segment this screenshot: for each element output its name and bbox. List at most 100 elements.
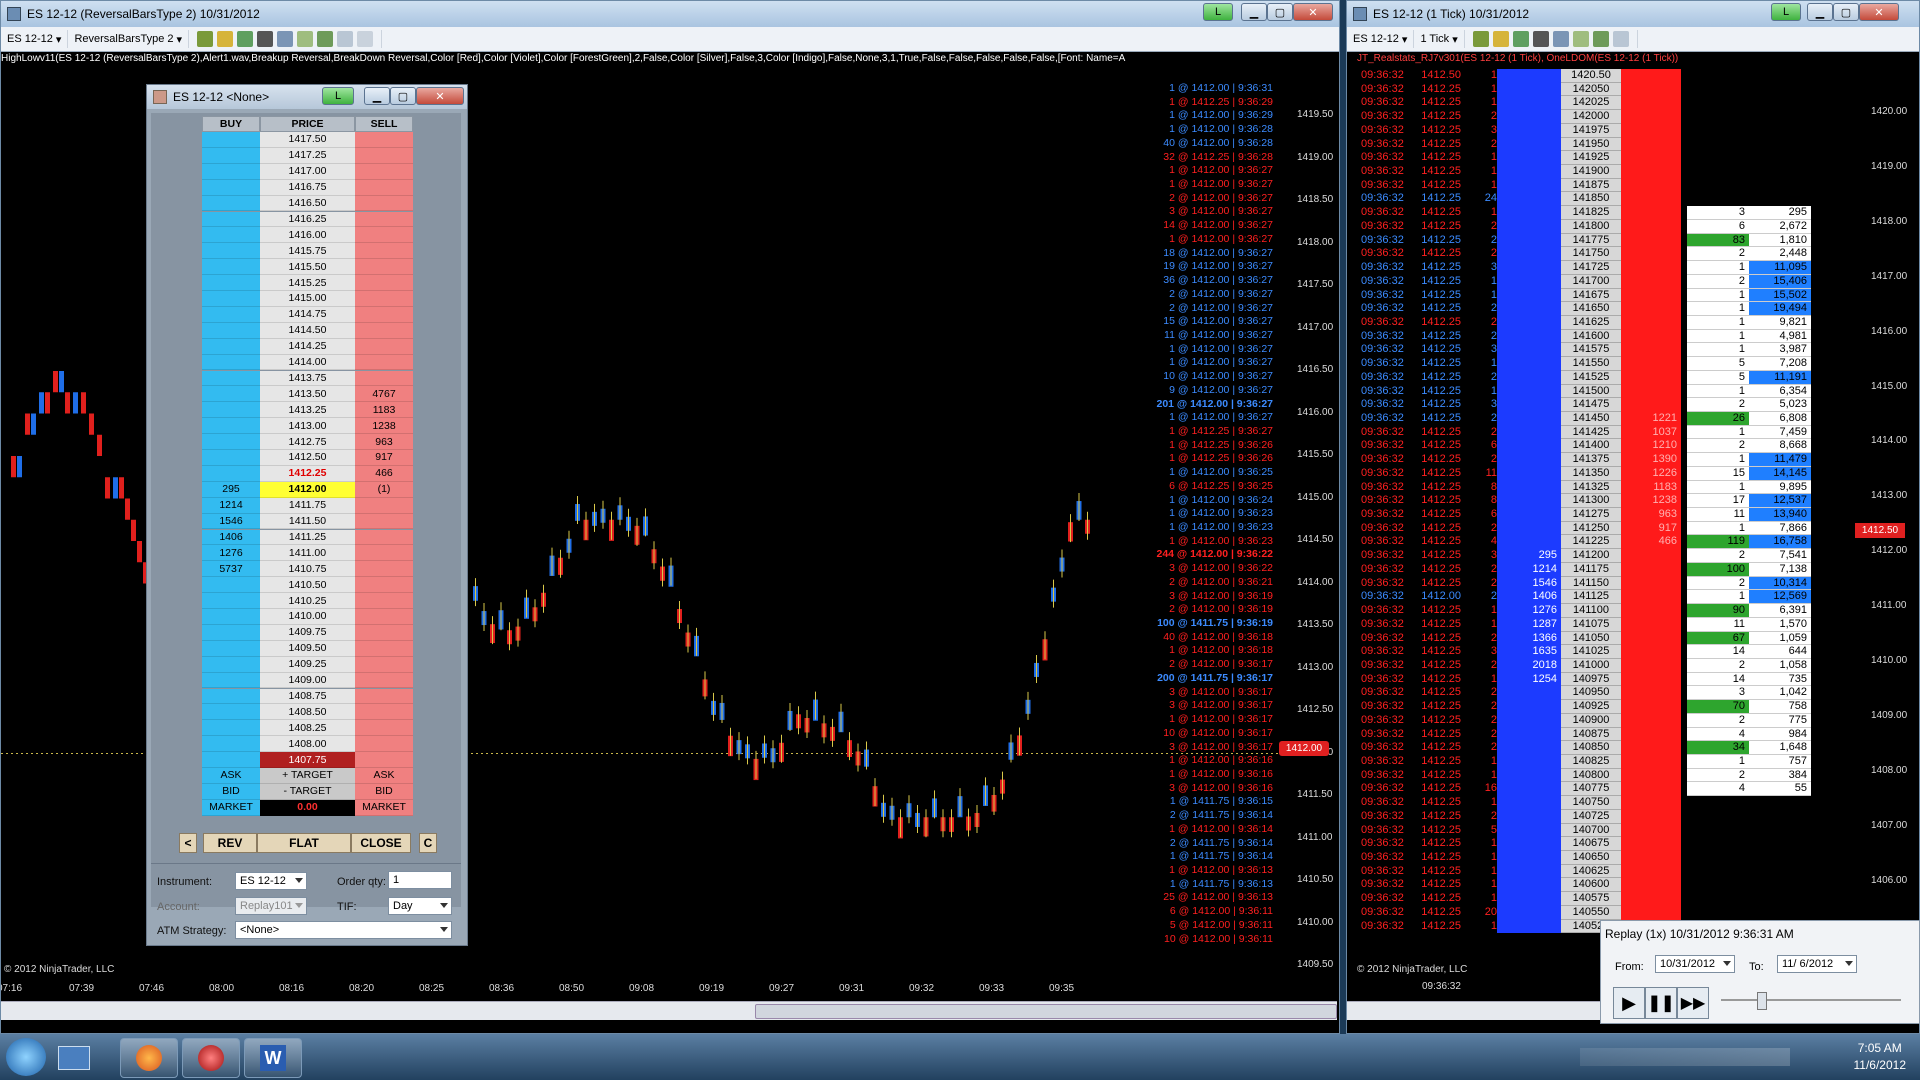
sell-cell[interactable] — [355, 132, 413, 148]
right-instrument-selector[interactable]: ES 12-12 ▾ — [1347, 30, 1415, 48]
buy-cell[interactable] — [202, 275, 260, 291]
start-button[interactable] — [6, 1038, 46, 1076]
price-cell[interactable]: 1410.50 — [260, 577, 355, 594]
price-cell[interactable]: 1413.25 — [260, 402, 355, 419]
sell-cell[interactable] — [355, 577, 413, 594]
buy-cell[interactable] — [202, 736, 260, 753]
buy-cell[interactable]: 1406 — [202, 529, 260, 546]
buy-cell[interactable] — [202, 418, 260, 435]
sell-cell[interactable] — [355, 370, 413, 387]
tif-field[interactable]: Day — [388, 897, 452, 915]
right-maximize-button[interactable]: ▢ — [1833, 3, 1859, 21]
price-cell[interactable]: 1411.75 — [260, 497, 355, 514]
buy-cell[interactable] — [202, 370, 260, 387]
sell-cell[interactable] — [355, 275, 413, 291]
realstats-table[interactable]: 09:36:32 1412.50 1 1420.50 09:36:32 1412.25 1 1… — [1347, 69, 1867, 969]
price-cell[interactable]: 1408.00 — [260, 736, 355, 753]
price-cell[interactable]: 1408.50 — [260, 704, 355, 721]
price-cell[interactable]: 1416.00 — [260, 227, 355, 244]
word-icon[interactable]: W — [244, 1038, 302, 1078]
slider-thumb[interactable] — [1757, 992, 1767, 1010]
sell-cell[interactable]: 917 — [355, 450, 413, 466]
drawing-tool-icon[interactable] — [1512, 31, 1529, 47]
price-cell[interactable]: 1416.25 — [260, 211, 355, 228]
flatten-button[interactable]: FLAT — [257, 833, 351, 853]
close-position-button[interactable]: CLOSE — [351, 833, 411, 853]
buy-cell[interactable] — [202, 672, 260, 689]
order-buy-cell[interactable]: MARKET — [202, 799, 260, 816]
sell-cell[interactable] — [355, 243, 413, 260]
sell-cell[interactable] — [355, 736, 413, 753]
buy-cell[interactable] — [202, 720, 260, 737]
buy-cell[interactable] — [202, 163, 260, 180]
indicators-icon[interactable] — [1572, 31, 1589, 47]
sell-cell[interactable] — [355, 147, 413, 164]
properties-icon[interactable] — [1612, 31, 1629, 47]
order-buy-cell[interactable]: ASK — [202, 768, 260, 784]
sell-cell[interactable] — [355, 513, 413, 530]
dom-maximize-button[interactable]: ▢ — [390, 87, 416, 105]
buy-cell[interactable] — [202, 704, 260, 721]
price-cell[interactable]: 1410.25 — [260, 593, 355, 609]
price-cell[interactable]: 1415.00 — [260, 291, 355, 307]
dom-close-button[interactable]: ✕ — [416, 87, 464, 105]
price-cell[interactable]: 1415.50 — [260, 259, 355, 276]
sell-cell[interactable] — [355, 688, 413, 705]
sell-cell[interactable] — [355, 609, 413, 625]
scroll-left-button[interactable]: < — [179, 833, 197, 853]
price-cell[interactable]: 1415.25 — [260, 275, 355, 291]
pencil-icon[interactable] — [1492, 31, 1509, 47]
price-cell[interactable]: 1409.00 — [260, 672, 355, 689]
buy-cell[interactable] — [202, 306, 260, 323]
sell-cell[interactable] — [355, 163, 413, 180]
buy-cell[interactable] — [202, 291, 260, 307]
buy-cell[interactable] — [202, 465, 260, 482]
horizontal-scrollbar[interactable] — [1, 1001, 1337, 1020]
order-qty-stepper[interactable]: 1 — [388, 871, 452, 889]
price-cell[interactable]: 1411.50 — [260, 513, 355, 530]
buy-cell[interactable] — [202, 179, 260, 196]
buy-cell[interactable] — [202, 450, 260, 466]
price-cell[interactable]: 1408.75 — [260, 688, 355, 705]
sell-cell[interactable] — [355, 593, 413, 609]
cancel-all-button[interactable]: C — [419, 833, 437, 853]
dom-titlebar[interactable]: ES 12-12 <None> L ▁ ▢ ✕ — [147, 85, 467, 109]
buy-cell[interactable] — [202, 227, 260, 244]
sell-cell[interactable] — [355, 640, 413, 657]
order-price-cell[interactable]: 0.00 — [260, 799, 355, 816]
sell-cell[interactable] — [355, 529, 413, 546]
dom-link-button[interactable]: L — [322, 87, 354, 105]
order-buy-cell[interactable]: BID — [202, 783, 260, 800]
show-desktop-icon[interactable] — [58, 1046, 90, 1070]
right-minimize-button[interactable]: ▁ — [1807, 3, 1833, 21]
buy-cell[interactable] — [202, 624, 260, 641]
buy-cell[interactable] — [202, 434, 260, 450]
sell-cell[interactable] — [355, 704, 413, 721]
replay-from-field[interactable]: 10/31/2012 — [1655, 955, 1735, 973]
sell-cell[interactable]: 1238 — [355, 418, 413, 435]
right-link-button[interactable]: L — [1771, 3, 1801, 21]
bar-style-icon[interactable] — [1472, 31, 1489, 47]
order-price-cell[interactable]: - TARGET — [260, 783, 355, 800]
buy-cell[interactable] — [202, 752, 260, 768]
sell-cell[interactable]: 466 — [355, 465, 413, 482]
price-cell[interactable]: 1412.75 — [260, 434, 355, 450]
buy-cell[interactable] — [202, 195, 260, 212]
price-cell[interactable]: 1416.50 — [260, 195, 355, 212]
buy-cell[interactable] — [202, 386, 260, 403]
price-cell[interactable]: 1414.25 — [260, 338, 355, 355]
buy-cell[interactable]: 5737 — [202, 561, 260, 578]
sell-cell[interactable] — [355, 259, 413, 276]
buy-cell[interactable]: 295 — [202, 481, 260, 498]
order-price-cell[interactable]: + TARGET — [260, 768, 355, 784]
sell-cell[interactable] — [355, 322, 413, 339]
sell-cell[interactable] — [355, 354, 413, 371]
price-cell[interactable]: 1408.25 — [260, 720, 355, 737]
right-titlebar[interactable]: ES 12-12 (1 Tick) 10/31/2012 L ▁ ▢ ✕ — [1347, 1, 1919, 27]
sell-cell[interactable] — [355, 497, 413, 514]
buy-cell[interactable] — [202, 593, 260, 609]
play-button[interactable]: ▶ — [1613, 987, 1645, 1019]
buy-cell[interactable] — [202, 259, 260, 276]
buy-cell[interactable] — [202, 577, 260, 594]
buy-cell[interactable] — [202, 132, 260, 148]
